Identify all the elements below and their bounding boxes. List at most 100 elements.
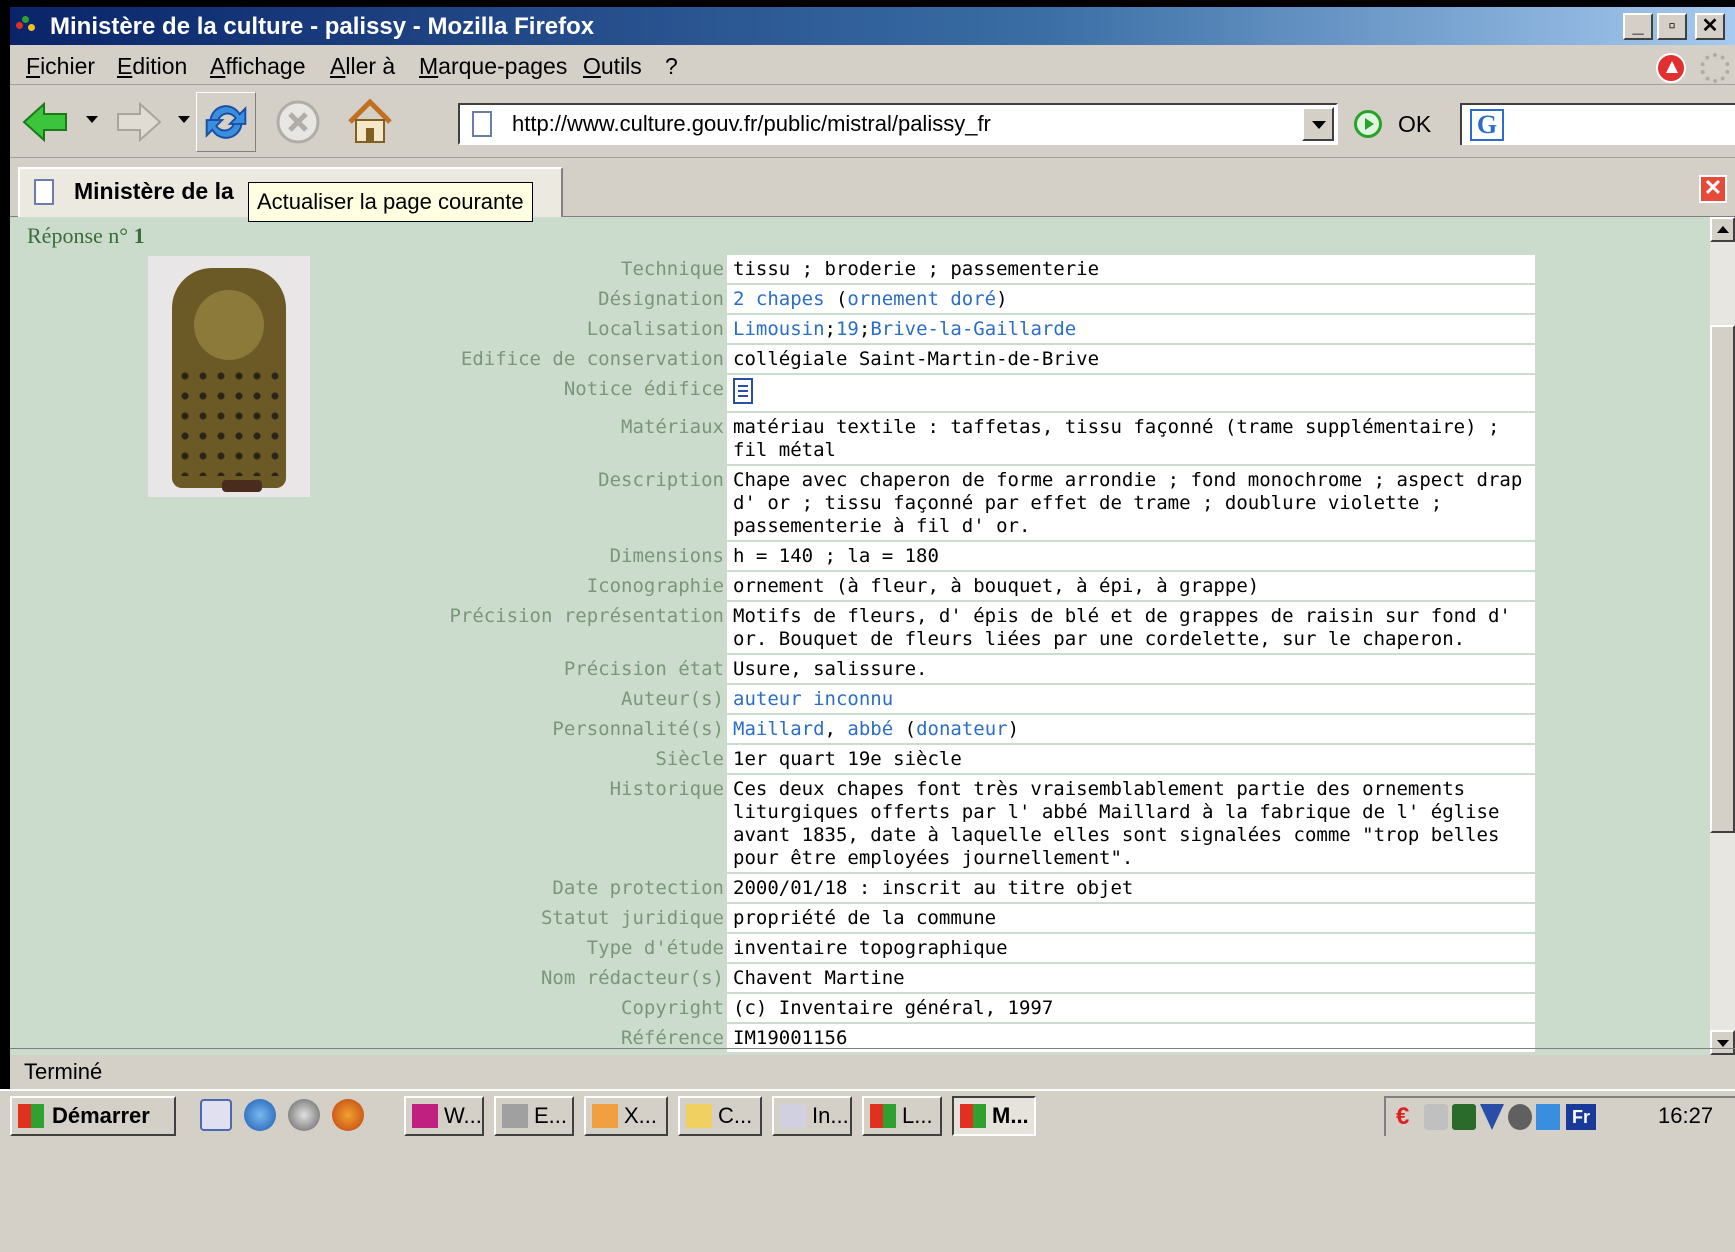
start-button[interactable]: Démarrer	[10, 1096, 176, 1136]
field-text: )	[1007, 718, 1020, 740]
field-link[interactable]: 19	[836, 318, 859, 340]
taskbar-button-6[interactable]: L...	[862, 1096, 942, 1136]
field-link[interactable]: abbé	[847, 718, 893, 740]
field-label: Nom rédacteur(s)	[540, 967, 724, 989]
navigation-toolbar: OK G	[10, 86, 1735, 158]
maximize-button[interactable]: ▫	[1657, 13, 1687, 40]
record-row: Précision représentation Motifs de fleurs…	[10, 602, 1710, 655]
clock: 16:27	[1658, 1103, 1714, 1128]
minimize-button[interactable]: _	[1623, 13, 1653, 40]
field-text: (	[893, 718, 917, 740]
close-window-button[interactable]: ✕	[1695, 13, 1725, 40]
firefox-icon[interactable]	[332, 1099, 364, 1131]
reload-tooltip: Actualiser la page courante	[248, 182, 533, 222]
taskbar-button-2[interactable]: E...	[494, 1096, 574, 1136]
field-label: Référence	[621, 1027, 724, 1049]
page-content: Réponse n° 1 Technique tissu ; broderie ;…	[10, 217, 1710, 1055]
close-tab-icon[interactable]: ✕	[1699, 175, 1727, 203]
taskbar: Démarrer W... E... X... C... In... L... …	[0, 1089, 1735, 1252]
tab-title: Ministère de la	[74, 178, 234, 204]
taskbar-button-3[interactable]: X...	[584, 1096, 668, 1136]
language-indicator[interactable]: Fr	[1566, 1104, 1596, 1130]
field-value: Maillard, abbé (donateur)	[727, 715, 1535, 743]
address-bar[interactable]	[458, 103, 1338, 145]
scroll-up-icon[interactable]	[1710, 217, 1735, 242]
field-label: Auteur(s)	[621, 688, 724, 710]
forward-icon[interactable]	[108, 92, 168, 152]
status-text: Terminé	[24, 1059, 103, 1084]
field-text: ;	[858, 318, 871, 340]
stop-icon[interactable]	[268, 92, 328, 152]
field-label: Désignation	[598, 288, 724, 310]
reload-icon[interactable]	[196, 92, 256, 152]
edit-icon[interactable]	[200, 1099, 232, 1131]
field-link[interactable]: ornement doré	[847, 288, 996, 310]
forward-dropdown-icon[interactable]	[178, 116, 190, 123]
vertical-scrollbar[interactable]	[1710, 217, 1735, 1055]
throbber-icon	[1700, 53, 1730, 83]
search-bar[interactable]: G	[1460, 103, 1735, 145]
shield-tray-icon[interactable]	[1480, 1104, 1504, 1130]
network-icon[interactable]	[288, 1099, 320, 1131]
tools-tray-icon[interactable]	[1508, 1104, 1532, 1130]
menu-help[interactable]: ?	[665, 53, 678, 79]
record-row: Précision état Usure, salissure.	[10, 655, 1710, 685]
taskbar-button-4[interactable]: C...	[678, 1096, 762, 1136]
record-row: Auteur(s) auteur inconnu	[10, 685, 1710, 715]
field-value: 2 chapes (ornement doré)	[727, 285, 1535, 313]
page-icon	[472, 111, 492, 137]
document-icon[interactable]	[733, 378, 753, 404]
google-search-icon[interactable]: G	[1470, 109, 1504, 141]
field-value: inventaire topographique	[727, 934, 1535, 962]
home-icon[interactable]	[340, 92, 400, 152]
taskbar-button-5[interactable]: In...	[772, 1096, 852, 1136]
field-link[interactable]: auteur inconnu	[733, 688, 893, 710]
network-tray-icon[interactable]	[1452, 1104, 1476, 1130]
euro-icon[interactable]: €	[1396, 1104, 1420, 1130]
window-title: Ministère de la culture - palissy - Mozi…	[50, 13, 595, 40]
field-link[interactable]: Limousin	[733, 318, 825, 340]
back-icon[interactable]	[16, 92, 76, 152]
field-link[interactable]: Maillard	[733, 718, 825, 740]
menu-marque-pages[interactable]: Marque-pages	[419, 53, 567, 79]
menu-fichier[interactable]: Fichier	[26, 53, 95, 79]
record-row: Type d'étude inventaire topographique	[10, 934, 1710, 964]
field-label: Historique	[609, 778, 724, 800]
back-dropdown-icon[interactable]	[86, 116, 98, 123]
menu-aller-a[interactable]: Aller à	[330, 53, 395, 79]
field-link[interactable]: Brive-la-Gaillarde	[870, 318, 1076, 340]
record-row: Edifice de conservation collégiale Saint-…	[10, 345, 1710, 375]
menu-affichage[interactable]: Affichage	[210, 53, 305, 79]
field-value: Chavent Martine	[727, 964, 1535, 992]
field-value: Motifs de fleurs, d' épis de blé et de g…	[727, 602, 1535, 653]
menu-edition[interactable]: Edition	[117, 53, 187, 79]
volume-icon[interactable]	[1424, 1104, 1448, 1130]
url-input[interactable]	[512, 109, 1252, 139]
field-text: )	[996, 288, 1008, 310]
field-label: Personnalité(s)	[552, 718, 724, 740]
field-link[interactable]: 2 chapes	[733, 288, 825, 310]
field-label: Copyright	[621, 997, 724, 1019]
scrollbar-thumb[interactable]	[1710, 325, 1735, 833]
internet-explorer-icon[interactable]	[244, 1099, 276, 1131]
record-row: Iconographie ornement (à fleur, à bouquet…	[10, 572, 1710, 602]
system-tray: € Fr 16:27	[1384, 1096, 1735, 1136]
field-value: (c) Inventaire général, 1997	[727, 994, 1535, 1022]
field-value: Usure, salissure.	[727, 655, 1535, 683]
field-label: Date protection	[552, 877, 724, 899]
field-value: 1er quart 19e siècle	[727, 745, 1535, 773]
update-alert-icon[interactable]	[1656, 53, 1686, 83]
field-label: Statut juridique	[540, 907, 724, 929]
taskbar-button-7[interactable]: M...	[952, 1096, 1036, 1136]
taskbar-button-1[interactable]: W...	[404, 1096, 484, 1136]
menu-outils[interactable]: Outils	[583, 53, 642, 79]
go-icon	[1354, 110, 1382, 138]
field-value: propriété de la commune	[727, 904, 1535, 932]
monitor-tray-icon[interactable]	[1536, 1104, 1560, 1130]
field-value: tissu ; broderie ; passementerie	[727, 255, 1535, 283]
record-row: Localisation Limousin;19;Brive-la-Gaillar…	[10, 315, 1710, 345]
url-history-dropdown[interactable]	[1302, 107, 1334, 141]
field-link[interactable]: donateur	[916, 718, 1008, 740]
field-value	[727, 375, 1535, 411]
record-row: Date protection 2000/01/18 : inscrit au t…	[10, 874, 1710, 904]
